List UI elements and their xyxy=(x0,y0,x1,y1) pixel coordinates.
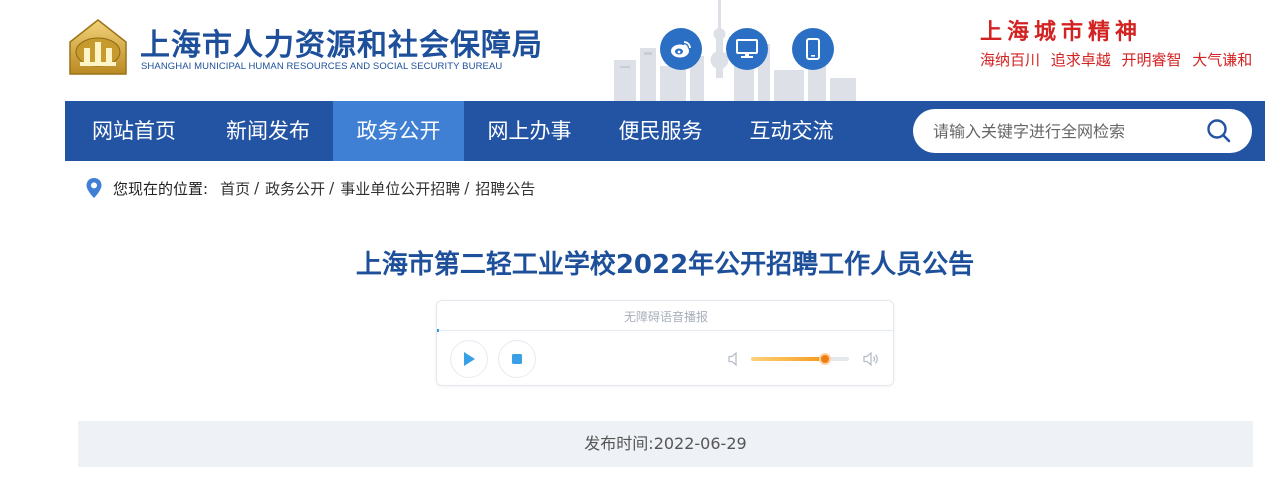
bureau-emblem-icon[interactable] xyxy=(66,18,130,78)
breadcrumb-item-government-affairs[interactable]: 政务公开 xyxy=(265,178,325,199)
breadcrumb-label: 您现在的位置: xyxy=(113,179,209,198)
article-title: 上海市第二轻工业学校2022年公开招聘工作人员公告 xyxy=(355,250,975,280)
nav-item-home[interactable]: 网站首页 xyxy=(65,101,203,161)
audio-player-label: 无障碍语音播报 xyxy=(623,310,708,324)
play-icon xyxy=(464,352,475,366)
breadcrumb-item-announcement[interactable]: 招聘公告 xyxy=(475,178,535,199)
main-nav: 网站首页 新闻发布 政务公开 网上办事 便民服务 互动交流 xyxy=(65,101,1265,161)
search-box xyxy=(913,109,1252,153)
play-button[interactable] xyxy=(450,340,488,378)
volume-slider-fill xyxy=(751,357,826,361)
city-spirit-motto: 海纳百川 追求卓越 开明睿智 大气谦和 xyxy=(980,51,1253,69)
publish-info-bar: 发布时间:2022-06-29 xyxy=(78,421,1253,467)
mobile-icon xyxy=(806,38,820,60)
stop-button[interactable] xyxy=(498,340,536,378)
desktop-version-button[interactable] xyxy=(726,28,768,70)
location-pin-icon xyxy=(86,178,102,198)
site-logo-title[interactable]: 上海市人力资源和社会保障局 xyxy=(140,20,543,64)
breadcrumb: 您现在的位置: 首页 / 政务公开 / 事业单位公开招聘 / 招聘公告 xyxy=(85,176,535,200)
breadcrumb-separator: / xyxy=(464,179,470,197)
site-logo-subtitle: SHANGHAI MUNICIPAL HUMAN RESOURCES AND S… xyxy=(141,61,503,72)
volume-slider[interactable] xyxy=(751,353,849,365)
audio-progress-indicator xyxy=(437,329,439,332)
breadcrumb-item-home[interactable]: 首页 xyxy=(220,178,250,199)
nav-item-news[interactable]: 新闻发布 xyxy=(203,101,333,161)
weibo-button[interactable] xyxy=(660,28,702,70)
stop-icon xyxy=(512,354,522,364)
nav-item-government-affairs[interactable]: 政务公开 xyxy=(333,101,464,161)
search-icon[interactable] xyxy=(1206,118,1232,144)
breadcrumb-item-recruitment[interactable]: 事业单位公开招聘 xyxy=(340,178,460,199)
audio-progress-track[interactable] xyxy=(437,330,893,331)
nav-item-public-services[interactable]: 便民服务 xyxy=(595,101,726,161)
city-spirit-title: 上海城市精神 xyxy=(980,19,1143,45)
breadcrumb-separator: / xyxy=(329,179,335,197)
weibo-icon xyxy=(671,41,691,58)
nav-item-interaction[interactable]: 互动交流 xyxy=(726,101,857,161)
volume-slider-handle[interactable] xyxy=(819,353,832,365)
nav-item-online-services[interactable]: 网上办事 xyxy=(464,101,595,161)
desktop-icon xyxy=(736,39,758,58)
volume-down-icon[interactable] xyxy=(726,350,744,368)
breadcrumb-separator: / xyxy=(254,179,260,197)
volume-up-icon[interactable] xyxy=(862,350,880,368)
site-header: 上海市人力资源和社会保障局 SHANGHAI MUNICIPAL HUMAN R… xyxy=(0,0,1282,101)
audio-player: 无障碍语音播报 xyxy=(436,300,894,386)
search-input[interactable] xyxy=(933,109,1203,153)
publish-date-text: 发布时间:2022-06-29 xyxy=(584,434,747,453)
mobile-version-button[interactable] xyxy=(792,28,834,70)
